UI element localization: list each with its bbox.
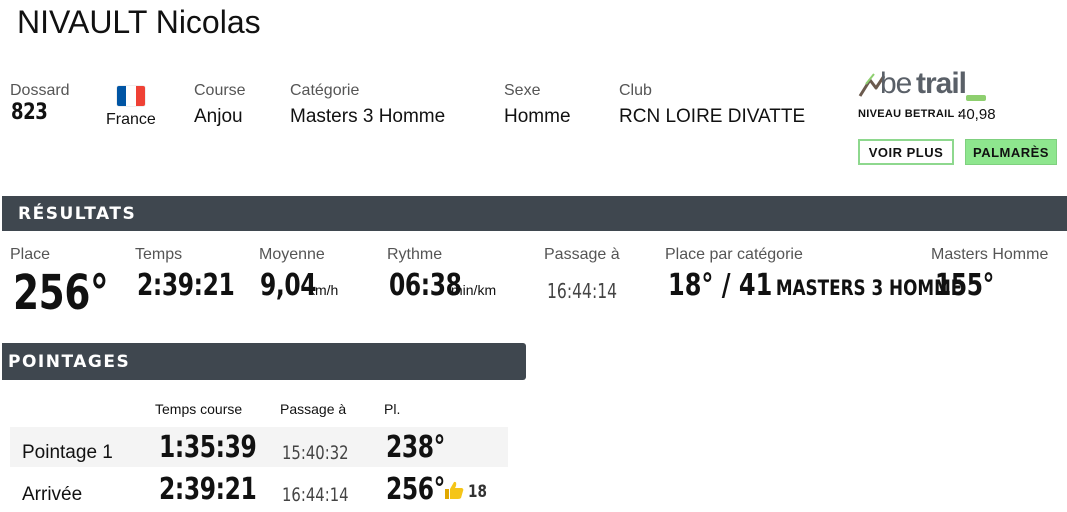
- club-label: Club: [619, 82, 652, 99]
- resultats-header: RÉSULTATS: [2, 196, 1067, 231]
- table-row: Arrivée 2:39:21 16:44:14 256° 18: [10, 467, 508, 507]
- col-place: Pl.: [384, 401, 401, 417]
- resultats-heading: RÉSULTATS: [18, 203, 137, 224]
- betrail-logo[interactable]: be trail: [858, 67, 988, 102]
- rythme-label: Rythme: [387, 246, 443, 263]
- moyenne-value: 9,04: [260, 268, 317, 303]
- athlete-name: NIVAULT Nicolas: [17, 4, 261, 40]
- temps-label: Temps: [135, 246, 183, 263]
- table-row: Pointage 1 1:35:39 15:40:32 238°: [10, 427, 508, 467]
- club-value: RCN LOIRE DIVATTE: [619, 106, 806, 127]
- pointage-place: 256°: [386, 472, 445, 507]
- place-categorie-group: 18° / 41 MASTERS 3 HOMME: [668, 268, 962, 303]
- place-label: Place: [10, 246, 51, 263]
- rythme-group: 06:38min/km: [389, 268, 496, 303]
- moyenne-label: Moyenne: [259, 246, 325, 263]
- moyenne-group: 9,04km/h: [260, 268, 338, 303]
- course-label: Course: [194, 82, 246, 99]
- betrail-logo-be: be: [880, 67, 912, 100]
- dossard-value: 823: [11, 100, 48, 125]
- masters-homme-label: Masters Homme: [931, 246, 1049, 263]
- pointages-header: POINTAGES: [2, 343, 526, 380]
- sexe-label: Sexe: [504, 82, 541, 99]
- masters-homme-value: 155°: [935, 268, 994, 303]
- pointage-passage: 15:40:32: [282, 442, 349, 464]
- pointage-passage: 16:44:14: [282, 484, 349, 506]
- niveau-betrail-value: 40,98: [958, 106, 996, 123]
- betrail-logo-badge: [966, 95, 986, 101]
- place-categorie-label: Place par catégorie: [665, 246, 803, 263]
- betrail-logo-trail: trail: [916, 67, 967, 100]
- thumbs-up-icon: [445, 481, 464, 499]
- pointage-name: Arrivée: [22, 484, 83, 505]
- country-label: France: [106, 111, 156, 128]
- france-flag-icon: [117, 86, 145, 106]
- pointages-heading: POINTAGES: [8, 351, 131, 372]
- col-passage: Passage à: [280, 401, 347, 417]
- place-value: 256°: [13, 265, 109, 321]
- passage-label: Passage à: [544, 246, 620, 263]
- pointage-temps: 2:39:21: [159, 472, 257, 507]
- pointage-place: 238°: [386, 430, 445, 465]
- dossard-label: Dossard: [10, 82, 70, 99]
- course-value: Anjou: [194, 106, 243, 127]
- niveau-betrail-label: NIVEAU BETRAIL :: [858, 108, 962, 120]
- temps-value: 2:39:21: [137, 268, 235, 303]
- place-gain: 18: [468, 482, 487, 502]
- place-categorie-value: 18° / 41: [668, 268, 773, 303]
- palmares-button[interactable]: PALMARÈS: [965, 139, 1057, 165]
- pointage-name: Pointage 1: [22, 442, 113, 463]
- rythme-value: 06:38: [389, 268, 462, 303]
- categorie-value: Masters 3 Homme: [290, 106, 446, 127]
- categorie-label: Catégorie: [290, 82, 360, 99]
- col-temps-course: Temps course: [155, 401, 243, 417]
- passage-value: 16:44:14: [547, 279, 618, 303]
- pointage-temps: 1:35:39: [159, 430, 257, 465]
- sexe-value: Homme: [504, 106, 571, 127]
- voir-plus-button[interactable]: VOIR PLUS: [858, 139, 954, 165]
